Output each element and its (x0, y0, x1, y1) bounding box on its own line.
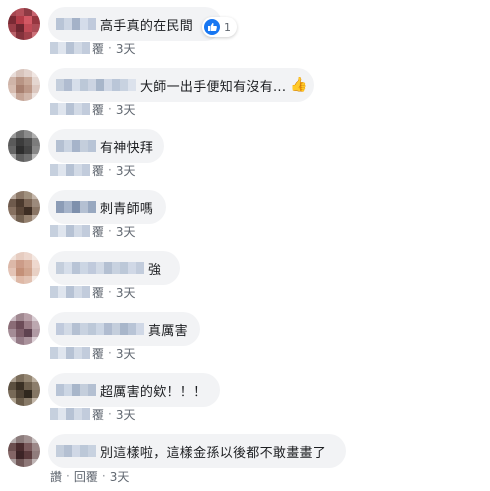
avatar[interactable] (8, 313, 40, 345)
separator: · (66, 469, 70, 483)
timestamp[interactable]: 3天 (116, 40, 136, 57)
timestamp[interactable]: 3天 (116, 345, 136, 362)
reply-action[interactable]: 回覆 (74, 468, 98, 485)
comment-meta: 覆 · 3天 (50, 101, 135, 117)
comment-item: 真厲害 覆 · 3天 (0, 309, 490, 369)
reaction-badge[interactable]: 1 (202, 17, 237, 37)
thumbs-up-icon (204, 19, 220, 35)
thumbs-up-emoji-icon: 👍 (290, 77, 308, 93)
like-action[interactable] (50, 347, 90, 359)
like-action[interactable] (50, 286, 90, 298)
like-action[interactable] (50, 225, 90, 237)
avatar[interactable] (8, 130, 40, 162)
commenter-name[interactable] (56, 323, 144, 335)
like-action[interactable]: 讚 (50, 468, 62, 485)
separator: · (108, 285, 112, 299)
comment-bubble: 強 (48, 251, 180, 285)
avatar[interactable] (8, 374, 40, 406)
like-action[interactable] (50, 164, 90, 176)
comment-text: 有神快拜 (100, 140, 154, 156)
separator: · (108, 224, 112, 238)
comment-text: 高手真的在民間 (100, 18, 194, 34)
comment-meta: 覆 · 3天 (50, 345, 135, 361)
like-action[interactable] (50, 42, 90, 54)
comment-bubble: 刺青師嗎 (48, 190, 166, 224)
separator: · (108, 163, 112, 177)
commenter-name[interactable] (56, 445, 96, 457)
comment-meta: 覆 · 3天 (50, 284, 135, 300)
commenter-name[interactable] (56, 384, 96, 396)
separator: · (108, 346, 112, 360)
avatar[interactable] (8, 191, 40, 223)
comment-item: 超厲害的欸！！！ 覆 · 3天 (0, 370, 490, 430)
comment-bubble: 真厲害 (48, 312, 200, 346)
avatar[interactable] (8, 252, 40, 284)
reply-action[interactable]: 覆 (92, 101, 104, 118)
comment-meta: 覆 · 3天 (50, 223, 135, 239)
commenter-name[interactable] (56, 18, 96, 30)
like-action[interactable] (50, 103, 90, 115)
timestamp[interactable]: 3天 (110, 468, 130, 485)
separator: · (101, 469, 106, 483)
timestamp[interactable]: 3天 (116, 284, 136, 301)
comment-item: 大師一出手便知有沒有... 👍 覆 · 3天 (0, 65, 490, 125)
comment-bubble: 有神快拜 (48, 129, 164, 163)
timestamp[interactable]: 3天 (116, 162, 136, 179)
comment-item: 有神快拜 覆 · 3天 (0, 126, 490, 186)
comment-bubble: 超厲害的欸！！！ (48, 373, 220, 407)
separator: · (108, 407, 112, 421)
commenter-name[interactable] (56, 201, 96, 213)
timestamp[interactable]: 3天 (116, 406, 136, 423)
avatar[interactable] (8, 8, 40, 40)
comment-text: 超厲害的欸！！！ (100, 384, 207, 400)
avatar[interactable] (8, 435, 40, 467)
comment-text: 大師一出手便知有沒有... (140, 79, 287, 95)
reply-action[interactable]: 覆 (92, 345, 104, 362)
commenter-name[interactable] (56, 79, 136, 91)
comment-item: 別這樣啦，這樣金孫以後都不敢畫畫了 讚 · 回覆 · 3天 (0, 431, 490, 491)
reaction-count: 1 (224, 20, 231, 34)
comment-text: 強 (148, 262, 162, 278)
timestamp[interactable]: 3天 (116, 101, 136, 118)
comment-meta: 覆 · 3天 (50, 40, 135, 56)
like-action[interactable] (50, 408, 90, 420)
avatar[interactable] (8, 69, 40, 101)
comment-item: 刺青師嗎 覆 · 3天 (0, 187, 490, 247)
commenter-name[interactable] (56, 140, 96, 152)
comment-meta: 覆 · 3天 (50, 406, 135, 422)
reply-action[interactable]: 覆 (92, 223, 104, 240)
comment-text: 別這樣啦，這樣金孫以後都不敢畫畫了 (100, 445, 327, 461)
reply-action[interactable]: 覆 (92, 40, 104, 57)
separator: · (108, 41, 112, 55)
reply-action[interactable]: 覆 (92, 162, 104, 179)
comment-item: 強 覆 · 3天 (0, 248, 490, 308)
comment-bubble: 大師一出手便知有沒有... 👍 (48, 68, 314, 102)
separator: · (108, 102, 112, 116)
comment-text: 真厲害 (148, 323, 188, 339)
timestamp[interactable]: 3天 (116, 223, 136, 240)
commenter-name[interactable] (56, 262, 144, 274)
comment-item: 高手真的在民間 1 覆 · 3天 (0, 4, 490, 64)
comment-bubble: 高手真的在民間 (48, 7, 222, 41)
reply-action[interactable]: 覆 (92, 406, 104, 423)
comment-bubble: 別這樣啦，這樣金孫以後都不敢畫畫了 (48, 434, 346, 468)
comment-text: 刺青師嗎 (100, 201, 154, 217)
comment-meta: 覆 · 3天 (50, 162, 135, 178)
reply-action[interactable]: 覆 (92, 284, 104, 301)
comment-meta: 讚 · 回覆 · 3天 (50, 468, 129, 484)
